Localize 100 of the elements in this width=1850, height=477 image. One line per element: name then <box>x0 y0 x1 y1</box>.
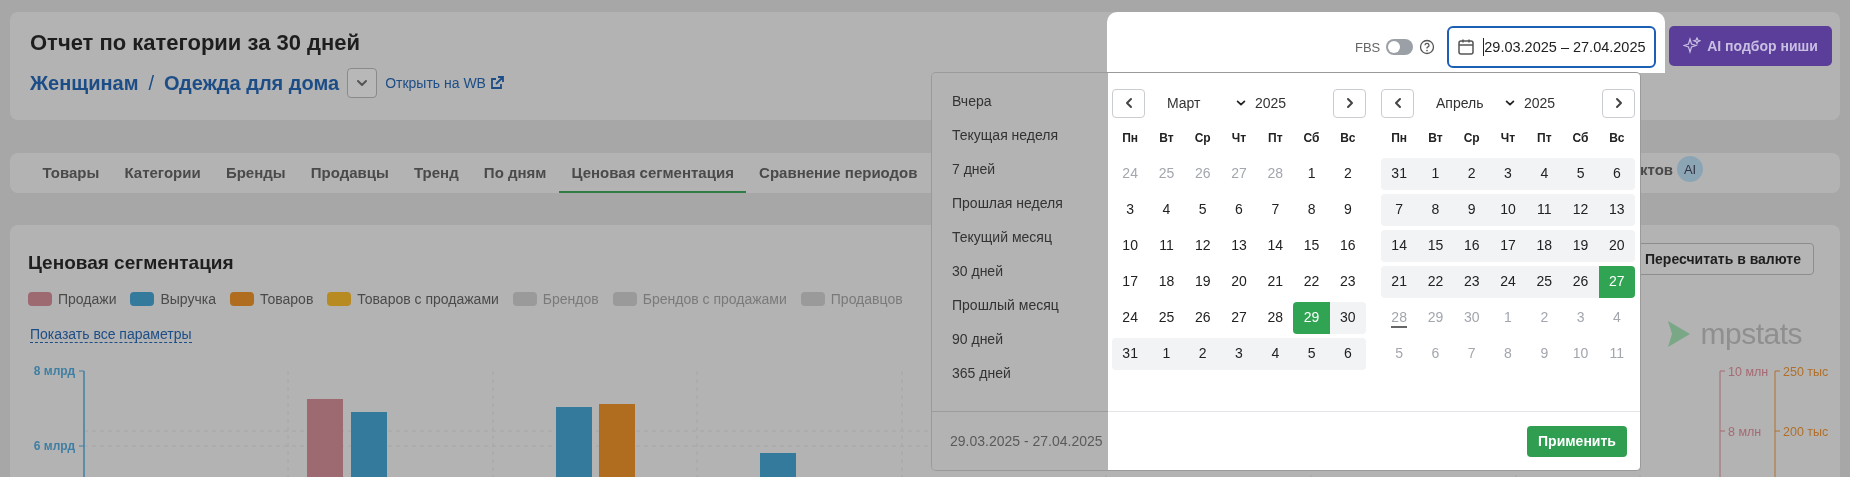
calendar-day[interactable]: 22 <box>1293 266 1330 298</box>
help-icon[interactable] <box>1419 39 1436 55</box>
calendar-day[interactable]: 5 <box>1293 338 1330 370</box>
calendar-day[interactable]: 5 <box>1562 158 1599 190</box>
date-range-field[interactable]: 29.03.2025 – 27.04.2025 <box>1447 26 1657 68</box>
ai-niche-button[interactable]: AI подбор ниши <box>1669 26 1832 66</box>
year-field[interactable]: 2025 <box>1524 95 1556 111</box>
calendar-day[interactable]: 1 <box>1293 158 1330 190</box>
calendar-day[interactable]: 31 <box>1112 338 1149 370</box>
calendar-day[interactable]: 9 <box>1329 194 1366 226</box>
calendar-day[interactable]: 3 <box>1489 158 1527 190</box>
preset-option[interactable]: 90 дней <box>952 329 1108 349</box>
show-all-link[interactable]: Показать все параметры <box>30 325 192 343</box>
calendar-day[interactable]: 21 <box>1381 266 1418 298</box>
calendar-day[interactable]: 2 <box>1453 158 1490 190</box>
preset-option[interactable]: Прошлая неделя <box>952 193 1108 213</box>
preset-option[interactable]: Вчера <box>952 91 1108 111</box>
calendar-day[interactable]: 6 <box>1220 194 1258 226</box>
calendar-day[interactable]: 17 <box>1112 266 1149 298</box>
calendar-day[interactable]: 16 <box>1329 230 1366 262</box>
calendar-day[interactable]: 3 <box>1220 338 1258 370</box>
tab[interactable]: Сравнение периодов <box>746 153 931 193</box>
breadcrumb-link[interactable]: Женщинам <box>30 71 139 95</box>
calendar-day[interactable]: 25 <box>1526 266 1563 298</box>
preset-option[interactable]: 365 дней <box>952 363 1108 383</box>
calendar-day[interactable]: 30 <box>1329 302 1366 334</box>
calendar-day[interactable]: 26 <box>1562 266 1599 298</box>
legend-item[interactable]: Товаров с продажами <box>327 291 499 307</box>
calendar-day[interactable]: 4 <box>1526 158 1563 190</box>
calendar-day[interactable]: 2 <box>1184 338 1221 370</box>
calendar-day[interactable]: 19 <box>1184 266 1221 298</box>
calendar-day[interactable]: 5 <box>1184 194 1221 226</box>
month-select[interactable]: Март <box>1167 95 1235 111</box>
calendar-day[interactable]: 12 <box>1562 194 1599 226</box>
calendar-day[interactable]: 10 <box>1112 230 1149 262</box>
tab[interactable]: Товары <box>30 153 112 193</box>
preset-option[interactable]: Текущая неделя <box>952 125 1108 145</box>
open-link[interactable]: Открыть на WB <box>385 75 505 91</box>
calendar-day[interactable]: 8 <box>1293 194 1330 226</box>
calendar-day[interactable]: 12 <box>1184 230 1221 262</box>
tab[interactable]: Продавцы <box>298 153 402 193</box>
calendar-day[interactable]: 3 <box>1112 194 1149 226</box>
calendar-day[interactable]: 18 <box>1148 266 1185 298</box>
year-field[interactable]: 2025 <box>1255 95 1287 111</box>
calendar-day[interactable]: 24 <box>1112 302 1149 334</box>
calendar-day[interactable]: 18 <box>1526 230 1563 262</box>
preset-option[interactable]: Прошлый месяц <box>952 295 1108 315</box>
legend-item[interactable]: Продажи <box>28 291 117 307</box>
tab[interactable]: По дням <box>471 153 559 193</box>
fbs-toggle[interactable] <box>1386 39 1414 55</box>
tab[interactable]: ктов <box>1640 160 1674 178</box>
calendar-day[interactable]: 11 <box>1526 194 1563 226</box>
calendar-day[interactable]: 15 <box>1293 230 1330 262</box>
calendar-day[interactable]: 7 <box>1257 194 1294 226</box>
next-month-button[interactable] <box>1602 88 1635 118</box>
calendar-day[interactable]: 2 <box>1329 158 1366 190</box>
calendar-day[interactable]: 23 <box>1329 266 1366 298</box>
calendar-day[interactable]: 14 <box>1381 230 1418 262</box>
calendar-day[interactable]: 13 <box>1220 230 1258 262</box>
calendar-day[interactable]: 21 <box>1257 266 1294 298</box>
legend-item[interactable]: Товаров <box>230 291 314 307</box>
breadcrumb-link[interactable]: Одежда для дома <box>164 71 340 95</box>
legend-item[interactable]: Выручка <box>130 291 216 307</box>
calendar-day[interactable]: 26 <box>1184 302 1221 334</box>
tab[interactable]: Бренды <box>213 153 299 193</box>
calendar-day[interactable]: 1 <box>1417 158 1454 190</box>
calendar-day[interactable]: 17 <box>1489 230 1527 262</box>
calendar-day[interactable]: 9 <box>1453 194 1490 226</box>
calendar-day[interactable]: 6 <box>1598 158 1635 190</box>
calendar-day[interactable]: 15 <box>1417 230 1454 262</box>
previous-month-button[interactable] <box>1381 88 1414 118</box>
preset-option[interactable]: 30 дней <box>952 261 1108 281</box>
month-select[interactable]: Апрель <box>1436 95 1504 111</box>
dropdown-button[interactable] <box>347 68 378 98</box>
calendar-day[interactable]: 28 <box>1257 302 1294 334</box>
calendar-day[interactable]: 31 <box>1381 158 1418 190</box>
calendar-day[interactable]: 20 <box>1598 230 1635 262</box>
calendar-day[interactable]: 8 <box>1417 194 1454 226</box>
calendar-day[interactable]: 4 <box>1257 338 1294 370</box>
calendar-day[interactable]: 19 <box>1562 230 1599 262</box>
calendar-day[interactable]: 27 <box>1220 302 1258 334</box>
tab[interactable]: Ценовая сегментация <box>559 153 747 193</box>
previous-month-button[interactable] <box>1112 88 1145 118</box>
preset-option[interactable]: Текущий месяц <box>952 227 1108 247</box>
calendar-day[interactable]: 24 <box>1489 266 1527 298</box>
calendar-day[interactable]: 20 <box>1220 266 1258 298</box>
calendar-day[interactable]: 25 <box>1148 302 1185 334</box>
calendar-day[interactable]: 16 <box>1453 230 1490 262</box>
tab[interactable]: Категории <box>111 153 214 193</box>
calendar-day[interactable]: 10 <box>1489 194 1527 226</box>
calendar-day[interactable]: 6 <box>1329 338 1366 370</box>
preset-option[interactable]: 7 дней <box>952 159 1108 179</box>
calendar-day[interactable]: 1 <box>1148 338 1185 370</box>
calendar-day[interactable]: 14 <box>1257 230 1294 262</box>
calendar-day[interactable]: 11 <box>1148 230 1185 262</box>
calendar-day[interactable]: 23 <box>1453 266 1490 298</box>
calendar-day[interactable]: 13 <box>1598 194 1635 226</box>
next-month-button[interactable] <box>1333 88 1366 118</box>
tab[interactable]: Тренд <box>401 153 472 193</box>
calendar-day[interactable]: 4 <box>1148 194 1185 226</box>
